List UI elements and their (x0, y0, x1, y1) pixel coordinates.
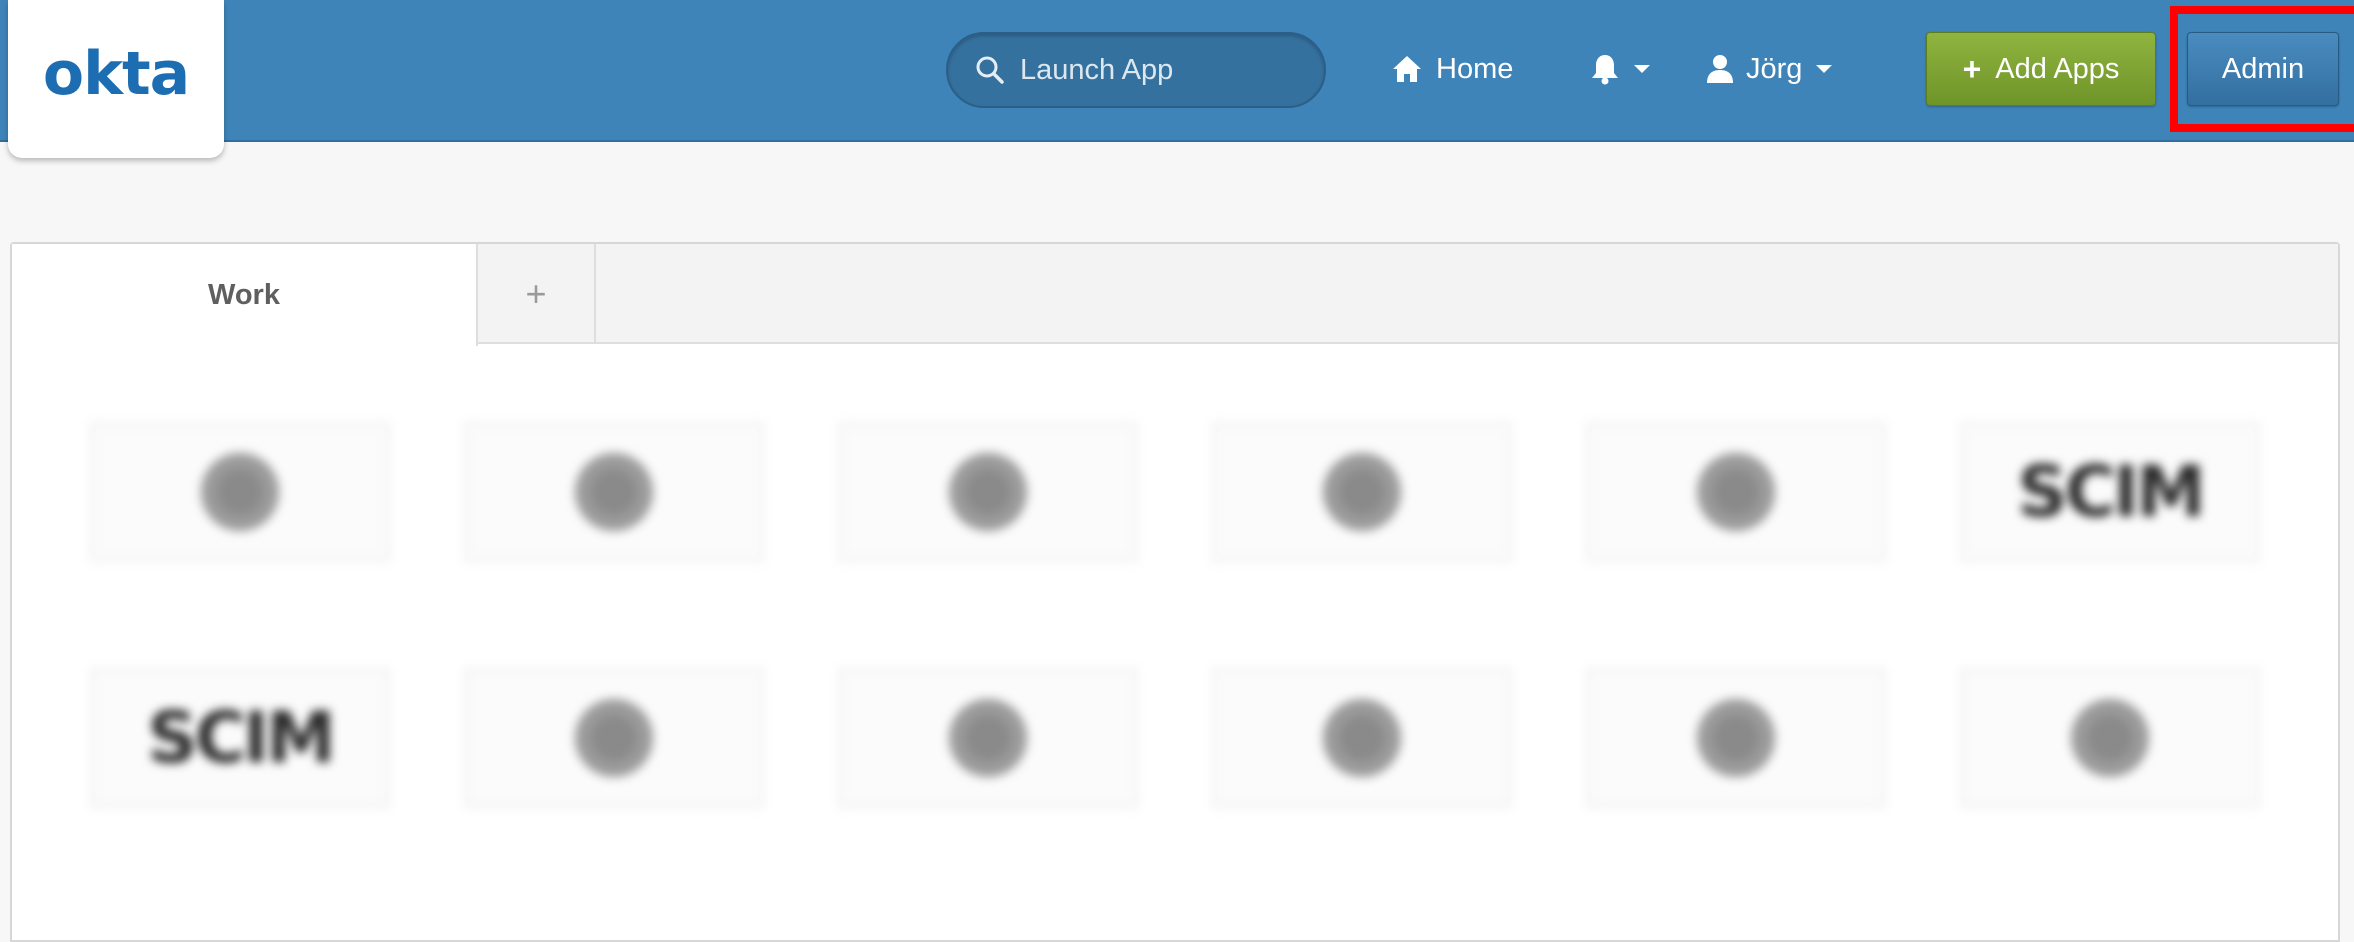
bell-icon (1592, 55, 1618, 85)
chevron-down-icon (1634, 65, 1650, 73)
gear-icon (949, 453, 1027, 531)
app-tile-icon-box (1586, 422, 1886, 562)
app-tile-icon-box (838, 668, 1138, 808)
add-apps-button[interactable]: + Add Apps (1926, 32, 2156, 106)
search-icon (976, 56, 1004, 84)
admin-label: Admin (2221, 52, 2305, 85)
chevron-down-icon (1816, 65, 1833, 73)
app-tile-icon-box (1212, 668, 1512, 808)
launch-app-input[interactable] (1020, 53, 1300, 87)
app-tile[interactable] (838, 422, 1138, 640)
scim-logo-icon: SCIM (147, 697, 335, 779)
gear-icon (1323, 453, 1401, 531)
app-tile-icon-box: SCIM (90, 668, 390, 808)
add-apps-label: Add Apps (1995, 52, 2120, 85)
app-tile[interactable] (1586, 422, 1886, 640)
home-link[interactable]: Home (1392, 46, 1513, 92)
app-tile-icon-box (838, 422, 1138, 562)
app-tile[interactable] (838, 668, 1138, 886)
app-tile-icon-box (1960, 668, 2260, 808)
tab-bar: Work + (12, 244, 2338, 346)
app-tile[interactable] (464, 668, 764, 886)
notifications-menu[interactable] (1590, 46, 1650, 92)
app-tile-icon-box (90, 422, 390, 562)
plus-icon: + (1962, 50, 1982, 87)
gear-icon (1697, 699, 1775, 777)
gear-icon (949, 699, 1027, 777)
app-tile[interactable] (90, 422, 390, 640)
app-tile[interactable] (1960, 668, 2260, 886)
gear-icon (575, 699, 653, 777)
gear-icon (575, 453, 653, 531)
app-tile[interactable]: SCIM (90, 668, 390, 886)
admin-button[interactable]: Admin (2187, 32, 2339, 106)
top-navigation-bar: okta Home Jörg + Add Apps Admin (0, 0, 2354, 158)
app-tile-icon-box (464, 422, 764, 562)
app-tile[interactable] (1586, 668, 1886, 886)
app-tile-icon-box: SCIM (1960, 422, 2260, 562)
plus-icon: + (525, 273, 547, 314)
user-name: Jörg (1746, 52, 1803, 85)
tab-work[interactable]: Work (12, 244, 478, 346)
scim-logo-icon: SCIM (2017, 451, 2205, 533)
app-tile[interactable]: SCIM (1960, 422, 2260, 640)
app-tile-icon-box (1586, 668, 1886, 808)
gear-icon (201, 453, 279, 531)
app-tile-icon-box (464, 668, 764, 808)
okta-logo[interactable]: okta (8, 0, 224, 158)
launch-app-search[interactable] (946, 32, 1326, 108)
home-icon (1393, 56, 1421, 82)
user-icon (1707, 55, 1733, 83)
app-tile-icon-box (1212, 422, 1512, 562)
app-tile[interactable] (1212, 422, 1512, 640)
gear-icon (1697, 453, 1775, 531)
app-tile[interactable] (1212, 668, 1512, 886)
app-grid: SCIM SCIM (90, 422, 2260, 886)
tab-work-label: Work (208, 278, 280, 311)
app-tile[interactable] (464, 422, 764, 640)
home-label: Home (1436, 52, 1514, 85)
gear-icon (2071, 699, 2149, 777)
okta-logo-text: okta (42, 39, 190, 109)
app-dashboard-panel: Work + SCIM SCIM (10, 242, 2340, 942)
gear-icon (1323, 699, 1401, 777)
user-menu[interactable]: Jörg (1706, 46, 1833, 92)
add-tab-button[interactable]: + (478, 244, 596, 344)
